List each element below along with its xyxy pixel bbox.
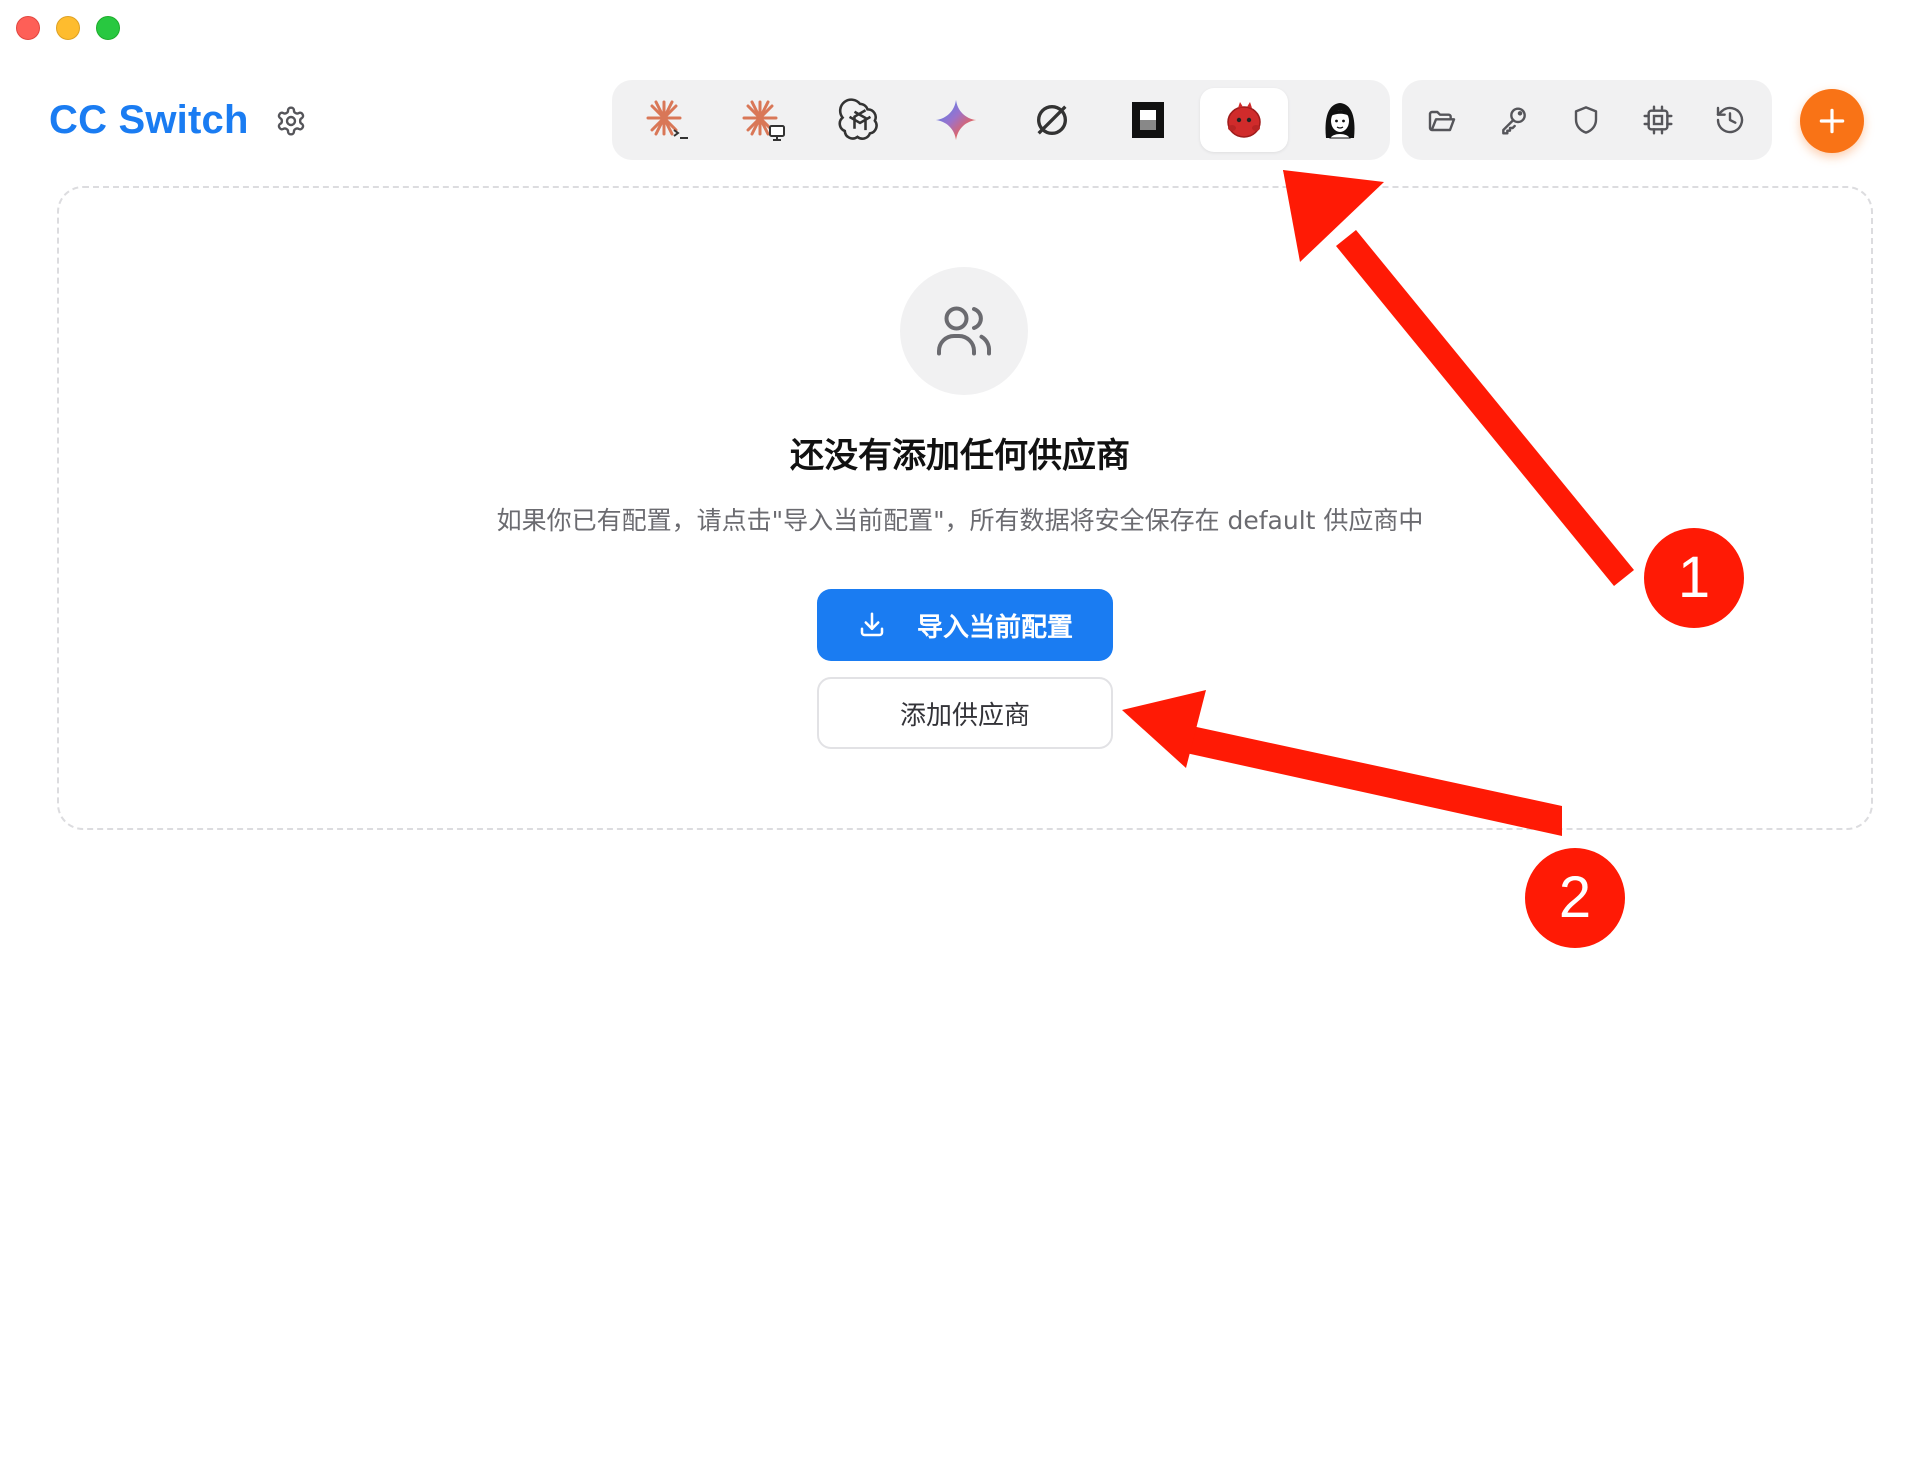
chip-icon[interactable] [1626, 88, 1690, 152]
download-icon [857, 610, 887, 640]
plus-icon [1819, 108, 1845, 134]
empty-state-icon [900, 267, 1028, 395]
import-button-label: 导入当前配置 [916, 612, 1073, 643]
openai-icon[interactable] [816, 88, 904, 152]
girl-avatar-icon[interactable] [1296, 88, 1384, 152]
annotation-badge-1: 1 [1644, 528, 1744, 628]
red-mascot-icon[interactable] [1200, 88, 1288, 152]
add-provider-label: 添加供应商 [899, 700, 1030, 731]
add-button[interactable] [1800, 89, 1864, 153]
key-icon[interactable] [1482, 88, 1546, 152]
add-provider-button[interactable]: 添加供应商 [817, 677, 1113, 749]
app-switcher [612, 80, 1390, 160]
shield-icon[interactable] [1554, 88, 1618, 152]
tools-bar [1402, 80, 1772, 160]
import-current-config-button[interactable]: 导入当前配置 [817, 589, 1113, 661]
opencode-icon[interactable] [1008, 88, 1096, 152]
terminal-app-icon[interactable] [1104, 88, 1192, 152]
app-window: CC Switch 还没有添加任何供应商 如果你已有配置，请点击"导入当前配置"… [0, 0, 1920, 1458]
empty-state-title: 还没有添加任何供应商 [790, 436, 1130, 476]
history-icon[interactable] [1698, 88, 1762, 152]
gemini-icon[interactable] [912, 88, 1000, 152]
gear-icon[interactable] [275, 105, 307, 137]
window-minimize-button[interactable] [56, 16, 80, 40]
app-title: CC Switch [49, 98, 249, 142]
claude-desktop-icon[interactable] [720, 88, 808, 152]
users-icon [937, 306, 992, 356]
claude-code-icon[interactable] [624, 88, 712, 152]
annotation-badge-2: 2 [1525, 848, 1625, 948]
folder-icon[interactable] [1410, 88, 1474, 152]
window-close-button[interactable] [16, 16, 40, 40]
empty-state-description: 如果你已有配置，请点击"导入当前配置"，所有数据将安全保存在 default 供… [496, 506, 1424, 535]
window-maximize-button[interactable] [96, 16, 120, 40]
